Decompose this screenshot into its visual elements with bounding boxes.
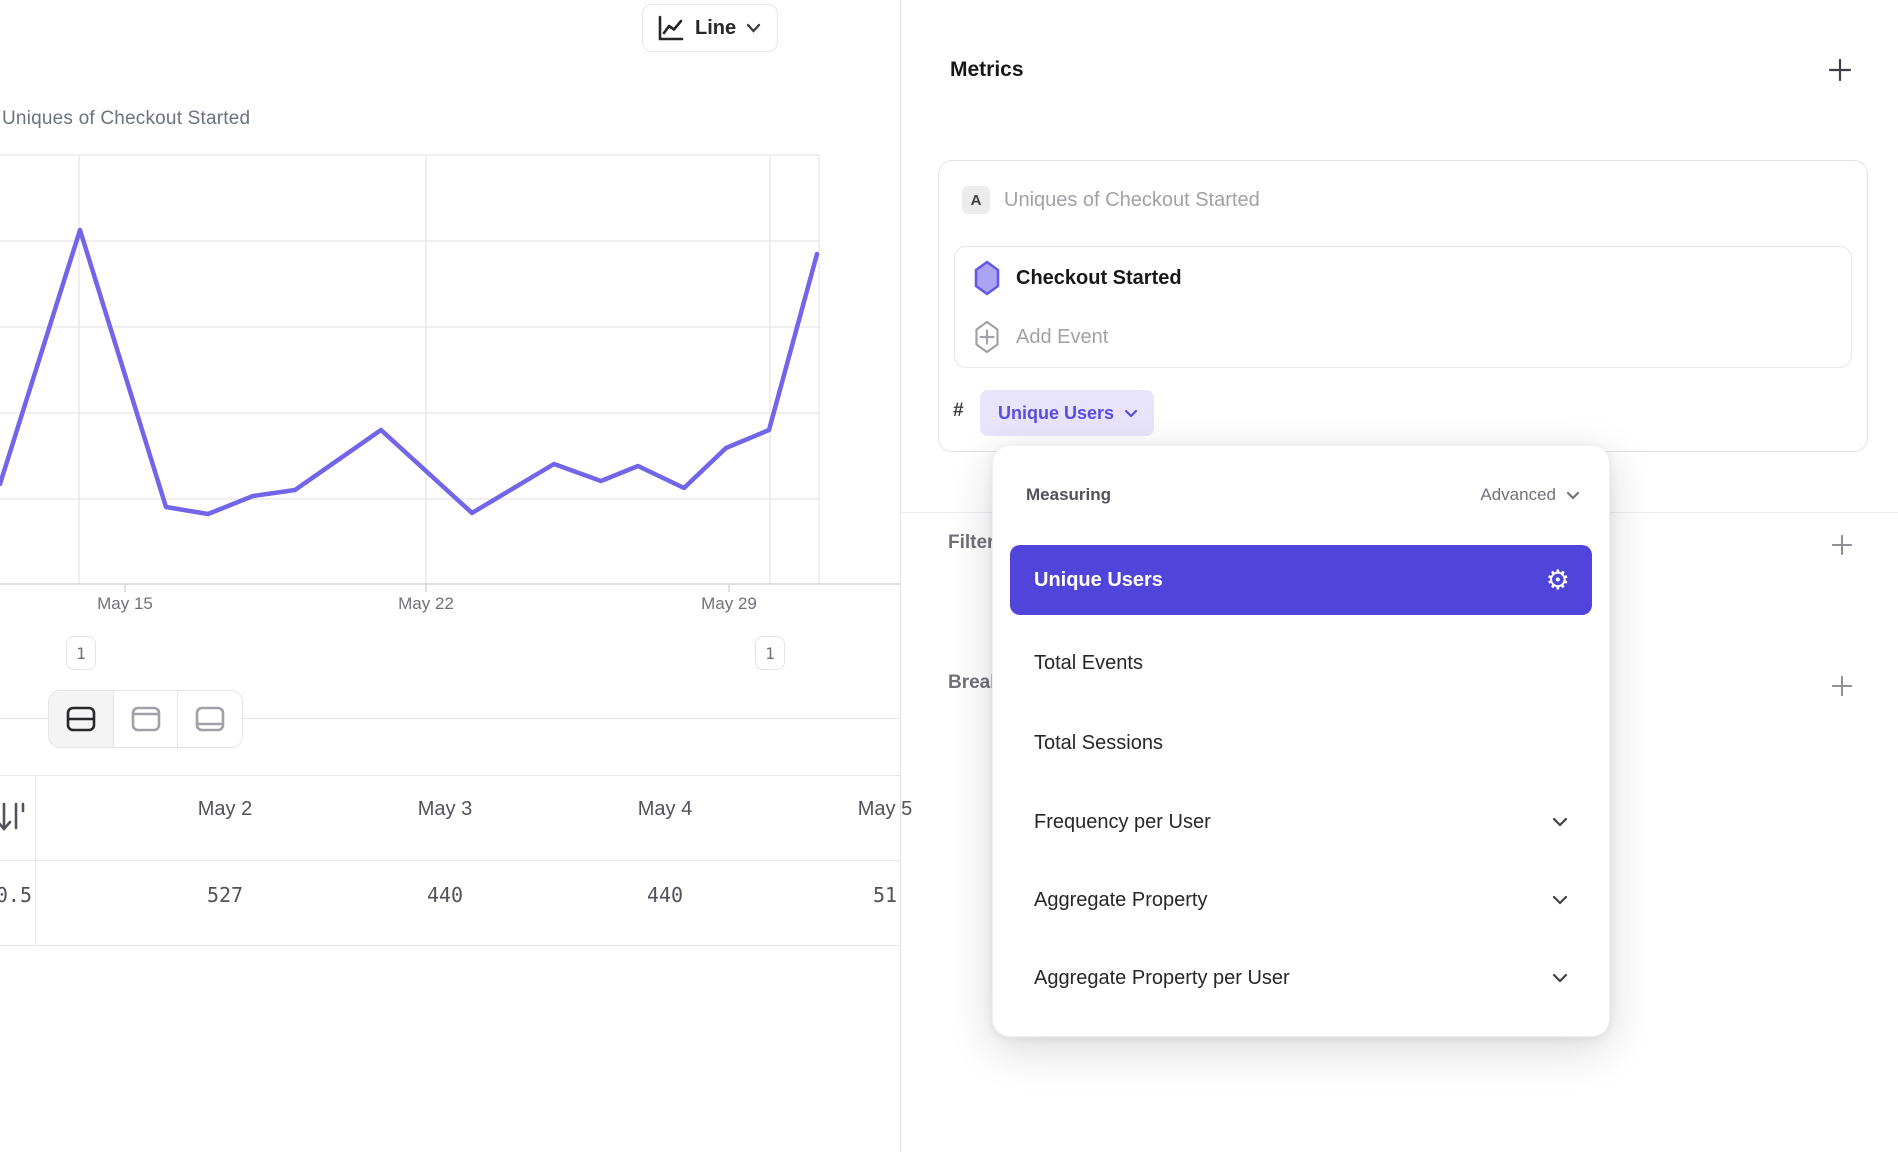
menu-item-aggregate-property[interactable]: Aggregate Property — [1010, 865, 1592, 935]
add-breakdown-button[interactable] — [1824, 668, 1860, 704]
sort-descending-icon[interactable] — [0, 798, 26, 836]
selected-item-label: Unique Users — [1034, 569, 1163, 592]
line-chart-icon — [655, 13, 685, 43]
x-tick-may-15: May 15 — [45, 594, 205, 614]
chevron-down-icon — [1124, 409, 1138, 418]
annotation-badge-left[interactable]: 1 — [66, 636, 96, 670]
table-header-may-5[interactable]: May 5 — [775, 798, 995, 821]
table-header-may-3[interactable]: May 3 — [335, 798, 555, 821]
chart-type-label: Line — [695, 17, 736, 40]
menu-item-label: Aggregate Property per User — [1034, 967, 1290, 990]
chevron-down-icon — [1552, 817, 1568, 827]
add-event-hexagon-plus-icon — [974, 319, 1000, 355]
gear-icon[interactable]: ⚙ — [1546, 567, 1570, 594]
menu-item-total-events[interactable]: Total Events — [1010, 628, 1592, 698]
table-header-border — [0, 860, 900, 861]
measurement-chip-label: Unique Users — [998, 403, 1114, 424]
metrics-section-title: Metrics — [950, 58, 1024, 82]
x-tick-may-22: May 22 — [346, 594, 506, 614]
menu-item-aggregate-property-per-user[interactable]: Aggregate Property per User — [1010, 943, 1592, 1013]
chevron-down-icon — [746, 23, 761, 33]
measured-as-number-icon: # — [953, 400, 964, 422]
measuring-mode-label: Advanced — [1480, 485, 1556, 505]
layout-toggle-group — [48, 690, 243, 748]
chevron-down-icon — [1566, 491, 1580, 500]
event-hexagon-icon — [974, 260, 1000, 296]
line-chart — [0, 0, 900, 640]
measuring-mode-dropdown[interactable]: Advanced — [1380, 485, 1580, 505]
table-cell-may-3: 440 — [335, 883, 555, 907]
metric-letter-badge: A — [962, 186, 990, 214]
table-column-divider — [35, 775, 36, 945]
event-name: Checkout Started — [1016, 267, 1182, 290]
pane-divider — [900, 0, 901, 1152]
layout-split-button[interactable] — [49, 691, 113, 747]
add-event-label: Add Event — [1016, 326, 1108, 349]
menu-item-total-sessions[interactable]: Total Sessions — [1010, 708, 1592, 778]
table-cell-clipped: 0.5 — [0, 883, 32, 907]
layout-table-bottom-button[interactable] — [177, 691, 242, 747]
table-cell-may-4: 440 — [555, 883, 775, 907]
menu-item-frequency-per-user[interactable]: Frequency per User — [1010, 787, 1592, 857]
x-tick-may-29: May 29 — [649, 594, 809, 614]
layout-chart-top-icon — [130, 705, 162, 733]
table-cell-may-5: 51 — [775, 883, 995, 907]
table-top-border — [0, 775, 900, 776]
menu-item-label: Frequency per User — [1034, 811, 1211, 834]
menu-item-label: Total Events — [1034, 652, 1143, 675]
annotation-badge-right[interactable]: 1 — [755, 636, 785, 670]
add-metric-button[interactable] — [1822, 52, 1858, 88]
layout-split-icon — [65, 705, 97, 733]
table-cell-may-2: 527 — [115, 883, 335, 907]
measurement-chip[interactable]: Unique Users — [980, 390, 1154, 436]
chart-type-dropdown[interactable]: Line — [642, 4, 778, 52]
metric-name[interactable]: Uniques of Checkout Started — [1004, 189, 1260, 212]
chevron-down-icon — [1552, 973, 1568, 983]
table-bottom-border — [0, 945, 900, 946]
table-header-may-2[interactable]: May 2 — [115, 798, 335, 821]
add-filter-button[interactable] — [1824, 527, 1860, 563]
measuring-label: Measuring — [1026, 485, 1111, 505]
chevron-down-icon — [1552, 895, 1568, 905]
table-header-may-4[interactable]: May 4 — [555, 798, 775, 821]
add-event-button[interactable]: Add Event — [974, 318, 1834, 356]
layout-chart-top-button[interactable] — [113, 691, 178, 747]
event-row-checkout-started[interactable]: Checkout Started — [974, 258, 1834, 298]
layout-table-bottom-icon — [194, 705, 226, 733]
app-window: Uniques of Checkout Started May 15 May 2… — [0, 0, 1898, 1152]
menu-item-unique-users-selected[interactable]: Unique Users ⚙ — [1010, 545, 1592, 615]
menu-item-label: Total Sessions — [1034, 732, 1163, 755]
menu-item-label: Aggregate Property — [1034, 889, 1207, 912]
